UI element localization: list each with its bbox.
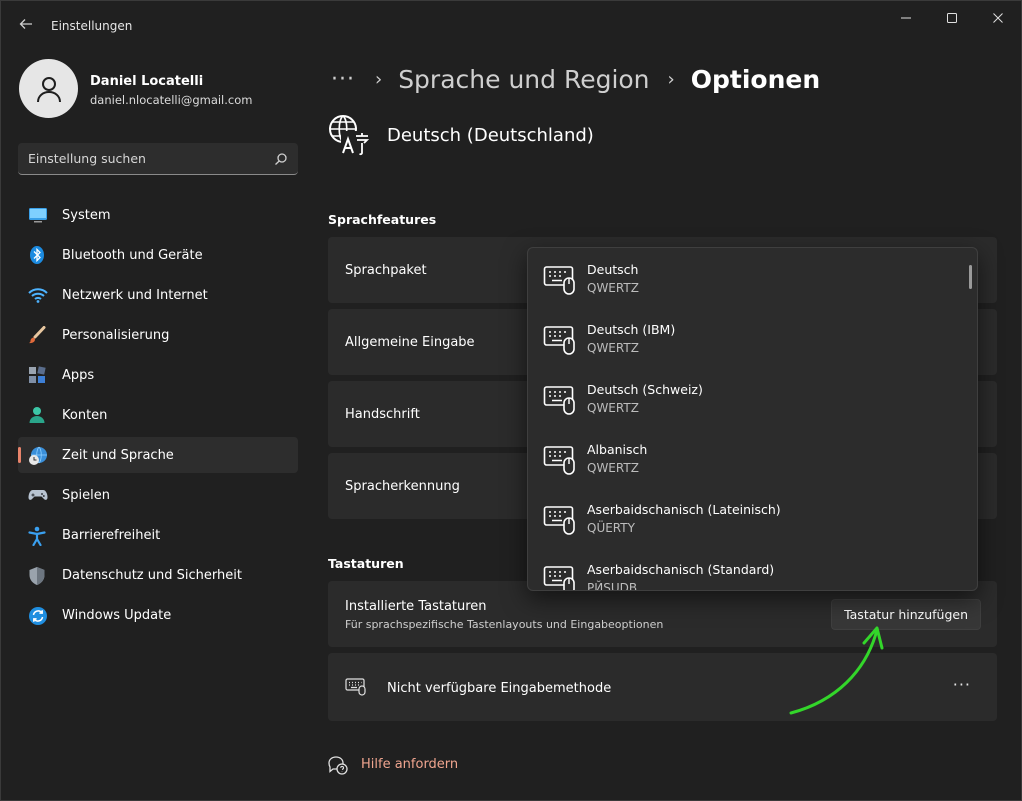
language-title: Deutsch (Deutschland) — [387, 125, 594, 146]
page-title: Optionen — [690, 64, 821, 94]
brush-icon — [28, 326, 46, 344]
keyboard-icon — [543, 504, 577, 536]
settings-window: Einstellungen Daniel Locatelli daniel.nl… — [0, 0, 1022, 801]
help-link[interactable]: Hilfe anfordern — [361, 757, 458, 772]
keyboard-icon — [543, 264, 577, 296]
chevron-right-icon: › — [667, 68, 675, 90]
breadcrumb: ··· › Sprache und Region › Optionen — [331, 59, 820, 99]
keyboard-icon — [345, 677, 367, 701]
sidebar-item-system[interactable]: System — [18, 197, 298, 233]
search-input[interactable] — [28, 143, 268, 174]
chevron-right-icon: › — [374, 68, 383, 90]
flyout-item-deutsch-ibm[interactable]: Deutsch (IBM) QWERTZ — [528, 308, 968, 368]
sidebar-item-apps[interactable]: Apps — [18, 357, 298, 393]
keyboard-icon — [543, 384, 577, 416]
monitor-icon — [28, 206, 47, 224]
apps-icon — [28, 366, 46, 384]
help-icon — [328, 755, 348, 779]
clock-globe-icon — [28, 446, 47, 465]
user-name: Daniel Locatelli — [90, 74, 204, 89]
annotation-arrow-icon — [789, 626, 884, 715]
person-icon — [28, 406, 46, 424]
sidebar-item-spielen[interactable]: Spielen — [18, 477, 298, 513]
sidebar-item-zeit-und-sprache[interactable]: Zeit und Sprache — [18, 437, 298, 473]
keyboard-icon — [543, 324, 577, 356]
wifi-icon — [28, 286, 48, 304]
title-bar: Einstellungen — [1, 1, 1021, 49]
sidebar-item-personalisierung[interactable]: Personalisierung — [18, 317, 298, 353]
back-arrow-icon[interactable] — [15, 15, 37, 37]
minimize-icon[interactable] — [883, 1, 929, 35]
flyout-item-albanisch[interactable]: Albanisch QWERTZ — [528, 428, 968, 488]
close-icon[interactable] — [975, 1, 1021, 35]
breadcrumb-parent[interactable]: Sprache und Region — [398, 65, 649, 94]
section-title-tastaturen: Tastaturen — [328, 556, 404, 571]
search-icon[interactable] — [274, 151, 288, 170]
installed-keyboards-label: Installierte Tastaturen — [345, 599, 487, 614]
update-icon — [28, 606, 47, 625]
user-email: daniel.nlocatelli@gmail.com — [90, 93, 253, 107]
sidebar-item-barrierefreiheit[interactable]: Barrierefreiheit — [18, 517, 298, 553]
gamepad-icon — [28, 486, 48, 504]
accessibility-icon — [28, 526, 46, 547]
breadcrumb-more-icon[interactable]: ··· — [331, 67, 355, 92]
more-options-icon[interactable]: ··· — [953, 675, 971, 694]
keyboard-layout-flyout[interactable]: Deutsch QWERTZ Deutsch (IBM) QWERTZ Deut… — [527, 247, 978, 591]
sidebar-item-windows-update[interactable]: Windows Update — [18, 597, 298, 633]
sidebar-item-datenschutz[interactable]: Datenschutz und Sicherheit — [18, 557, 298, 593]
flyout-scrollbar[interactable] — [969, 265, 972, 289]
language-icon — [328, 114, 370, 156]
shield-icon — [28, 566, 46, 585]
sidebar-item-network[interactable]: Netzwerk und Internet — [18, 277, 298, 313]
card-unavailable-input-method: Nicht verfügbare Eingabemethode ··· — [328, 653, 997, 721]
keyboard-icon — [543, 564, 577, 590]
installed-keyboards-description: Für sprachspezifische Tastenlayouts und … — [345, 618, 664, 631]
flyout-item-aserbaidschanisch-standard[interactable]: Aserbaidschanisch (Standard) РЙSUDB — [528, 548, 968, 590]
bluetooth-icon — [28, 246, 46, 264]
flyout-item-deutsch[interactable]: Deutsch QWERTZ — [528, 248, 968, 308]
flyout-item-aserbaidschanisch-lateinisch[interactable]: Aserbaidschanisch (Lateinisch) QÜERTY — [528, 488, 968, 548]
sidebar-nav: System Bluetooth und Geräte Netzwerk und… — [18, 197, 298, 637]
section-title-sprachfeatures: Sprachfeatures — [328, 212, 437, 227]
flyout-item-deutsch-schweiz[interactable]: Deutsch (Schweiz) QWERTZ — [528, 368, 968, 428]
maximize-icon[interactable] — [929, 1, 975, 35]
person-outline-icon — [36, 76, 61, 102]
sidebar-item-bluetooth[interactable]: Bluetooth und Geräte — [18, 237, 298, 273]
avatar[interactable] — [19, 59, 78, 118]
app-title: Einstellungen — [51, 19, 133, 33]
settings-search[interactable] — [18, 143, 298, 175]
sidebar-item-konten[interactable]: Konten — [18, 397, 298, 433]
unavailable-input-method-label: Nicht verfügbare Eingabemethode — [387, 681, 612, 696]
keyboard-icon — [543, 444, 577, 476]
